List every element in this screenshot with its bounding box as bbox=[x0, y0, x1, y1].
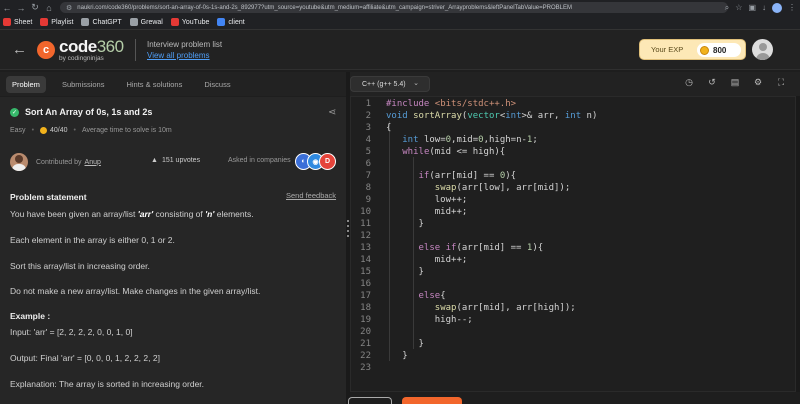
exp-label: Your EXP bbox=[651, 45, 684, 54]
bookmark-item[interactable]: Playlist bbox=[40, 18, 73, 26]
app-header: ← c code360 by codingninjas Interview pr… bbox=[0, 30, 800, 70]
forward-icon[interactable]: → bbox=[14, 0, 28, 15]
bookmark-label: ChatGPT bbox=[92, 18, 122, 26]
difficulty-label: Easy bbox=[10, 127, 26, 134]
search-icon[interactable]: ⌕ bbox=[725, 3, 729, 13]
tab-discuss[interactable]: Discuss bbox=[198, 76, 236, 93]
site-info-icon[interactable]: ⚙ bbox=[66, 4, 72, 12]
bookmark-item[interactable]: YouTube bbox=[170, 18, 210, 26]
contributor-avatar bbox=[10, 153, 28, 171]
logo-number: 360 bbox=[96, 37, 124, 56]
bookmark-item[interactable]: Sheet bbox=[3, 18, 32, 26]
tab-submissions[interactable]: Submissions bbox=[56, 76, 111, 93]
bookmark-label: Grewal bbox=[140, 18, 163, 26]
contributor-row: Contributed by Anup ▲ 151 upvotes Asked i… bbox=[10, 153, 340, 171]
contributed-by-label: Contributed by bbox=[36, 158, 82, 166]
code-editor[interactable]: 1 #include <bits/stdc++.h> 2 void sortArra… bbox=[350, 96, 796, 392]
logo-subtitle: by codingninjas bbox=[59, 55, 104, 62]
view-all-problems-link[interactable]: View all problems bbox=[147, 51, 210, 60]
bookmark-favicon-icon bbox=[170, 18, 179, 26]
menu-icon[interactable]: ⋮ bbox=[788, 3, 796, 12]
bookmark-label: YouTube bbox=[181, 18, 210, 26]
asked-in-label: Asked in companies bbox=[228, 157, 291, 164]
statement-line: You have been given an array/list 'arr' … bbox=[10, 209, 254, 219]
bookmark-item[interactable]: Grewal bbox=[129, 18, 163, 26]
user-avatar[interactable] bbox=[752, 39, 773, 60]
company-logo-icon: D bbox=[319, 153, 336, 170]
upvote-arrow-icon: ▲ bbox=[151, 157, 158, 164]
editor-scroll-edge[interactable] bbox=[796, 96, 800, 392]
example-input: Input: 'arr' = [2, 2, 2, 2, 0, 0, 1, 0] bbox=[10, 327, 133, 337]
logo-icon: c bbox=[37, 41, 55, 60]
problem-statement-heading: Problem statement bbox=[10, 192, 87, 202]
exp-value: 800 bbox=[713, 45, 727, 55]
points-value: 40/40 bbox=[50, 127, 68, 134]
bookmark-item[interactable]: ChatGPT bbox=[81, 18, 122, 26]
statement-line: Do not make a new array/list. Make chang… bbox=[10, 286, 261, 296]
timer-icon[interactable]: ◷ bbox=[684, 77, 694, 88]
console-button[interactable] bbox=[348, 397, 392, 404]
bookmark-label: Playlist bbox=[51, 18, 74, 26]
reset-icon[interactable]: ↺ bbox=[707, 77, 717, 88]
upvotes-button[interactable]: ▲ 151 upvotes bbox=[151, 157, 200, 164]
contributor-link[interactable]: Anup bbox=[85, 159, 101, 166]
problem-panel: ✓ Sort An Array of 0s, 1s and 2s ⋖ Easy … bbox=[0, 97, 346, 404]
fullscreen-icon[interactable]: ⛶ bbox=[776, 77, 786, 88]
back-arrow-icon[interactable]: ← bbox=[12, 41, 27, 58]
back-icon[interactable]: ← bbox=[0, 0, 14, 15]
share-icon[interactable]: ⋖ bbox=[328, 107, 336, 118]
bookmark-favicon-icon bbox=[217, 18, 226, 26]
statement-line: Each element in the array is either 0, 1… bbox=[10, 235, 175, 245]
chevron-down-icon: ⌄ bbox=[413, 80, 419, 87]
exp-badge[interactable]: Your EXP 800 bbox=[639, 39, 746, 60]
language-value: C++ (g++ 5.4) bbox=[362, 80, 406, 88]
code360-logo[interactable]: c code360 by codingninjas bbox=[37, 38, 124, 63]
bookmark-label: Sheet bbox=[14, 18, 33, 26]
exp-value-pill: 800 bbox=[697, 43, 741, 57]
profile-avatar[interactable] bbox=[772, 2, 782, 13]
upvotes-count: 151 upvotes bbox=[161, 157, 201, 164]
logo-wordmark: code bbox=[59, 37, 97, 56]
problem-meta: Easy • 40/40 • Average time to solve is … bbox=[10, 127, 172, 134]
statement-line: Sort this array/list in increasing order… bbox=[10, 261, 150, 271]
problem-title: Sort An Array of 0s, 1s and 2s bbox=[25, 107, 153, 117]
browser-toolbar: ← → ↻ ⌂ ⚙ naukri.com/code360/problems/so… bbox=[0, 0, 800, 15]
reload-icon[interactable]: ↻ bbox=[28, 0, 42, 15]
url-text: naukri.com/code360/problems/sort-an-arra… bbox=[77, 4, 572, 11]
company-logos[interactable]: ◐ ◉ D bbox=[295, 153, 336, 170]
example-explanation: Explanation: The array is sorted in incr… bbox=[10, 379, 205, 389]
submit-button[interactable] bbox=[402, 397, 462, 404]
tab-problem[interactable]: Problem bbox=[6, 75, 46, 93]
coin-icon bbox=[700, 45, 709, 55]
problem-list-title: Interview problem list bbox=[147, 40, 223, 49]
browser-actions: ⌕ ☆ ▣ ↓ ⋮ bbox=[725, 1, 796, 14]
home-icon[interactable]: ⌂ bbox=[42, 0, 56, 15]
example-heading: Example : bbox=[10, 311, 51, 321]
bookmarks-bar: Sheet Playlist ChatGPT Grewal YouTube client bbox=[0, 15, 800, 30]
bookmark-item[interactable]: client bbox=[217, 18, 245, 26]
address-bar[interactable]: ⚙ naukri.com/code360/problems/sort-an-ar… bbox=[60, 2, 728, 13]
downloads-icon[interactable]: ↓ bbox=[762, 3, 766, 12]
bookmark-favicon-icon bbox=[81, 18, 90, 26]
extensions-icon[interactable]: ▣ bbox=[748, 3, 756, 12]
bookmark-favicon-icon bbox=[40, 18, 49, 26]
bookmark-star-icon[interactable]: ☆ bbox=[735, 3, 742, 12]
tab-hints-solutions[interactable]: Hints & solutions bbox=[120, 76, 188, 93]
points-coin-icon bbox=[40, 127, 48, 134]
bookmark-label: client bbox=[228, 18, 245, 26]
settings-icon[interactable]: ⚙ bbox=[753, 77, 763, 88]
bookmark-favicon-icon bbox=[3, 18, 11, 26]
avg-time: Average time to solve is 10m bbox=[82, 127, 172, 134]
send-feedback-link[interactable]: Send feedback bbox=[286, 191, 336, 200]
editor-toolbar: C++ (g++ 5.4) ⌄ ◷ ↺ ▤ ⚙ ⛶ bbox=[350, 72, 800, 96]
language-select[interactable]: C++ (g++ 5.4) ⌄ bbox=[350, 76, 430, 92]
notes-icon[interactable]: ▤ bbox=[730, 77, 740, 88]
bookmark-favicon-icon bbox=[129, 18, 138, 26]
problem-tabs: Problem Submissions Hints & solutions Di… bbox=[0, 72, 346, 96]
example-output: Output: Final 'arr' = [0, 0, 0, 1, 2, 2,… bbox=[10, 353, 160, 363]
header-divider bbox=[135, 39, 136, 61]
solved-check-icon: ✓ bbox=[10, 107, 19, 117]
